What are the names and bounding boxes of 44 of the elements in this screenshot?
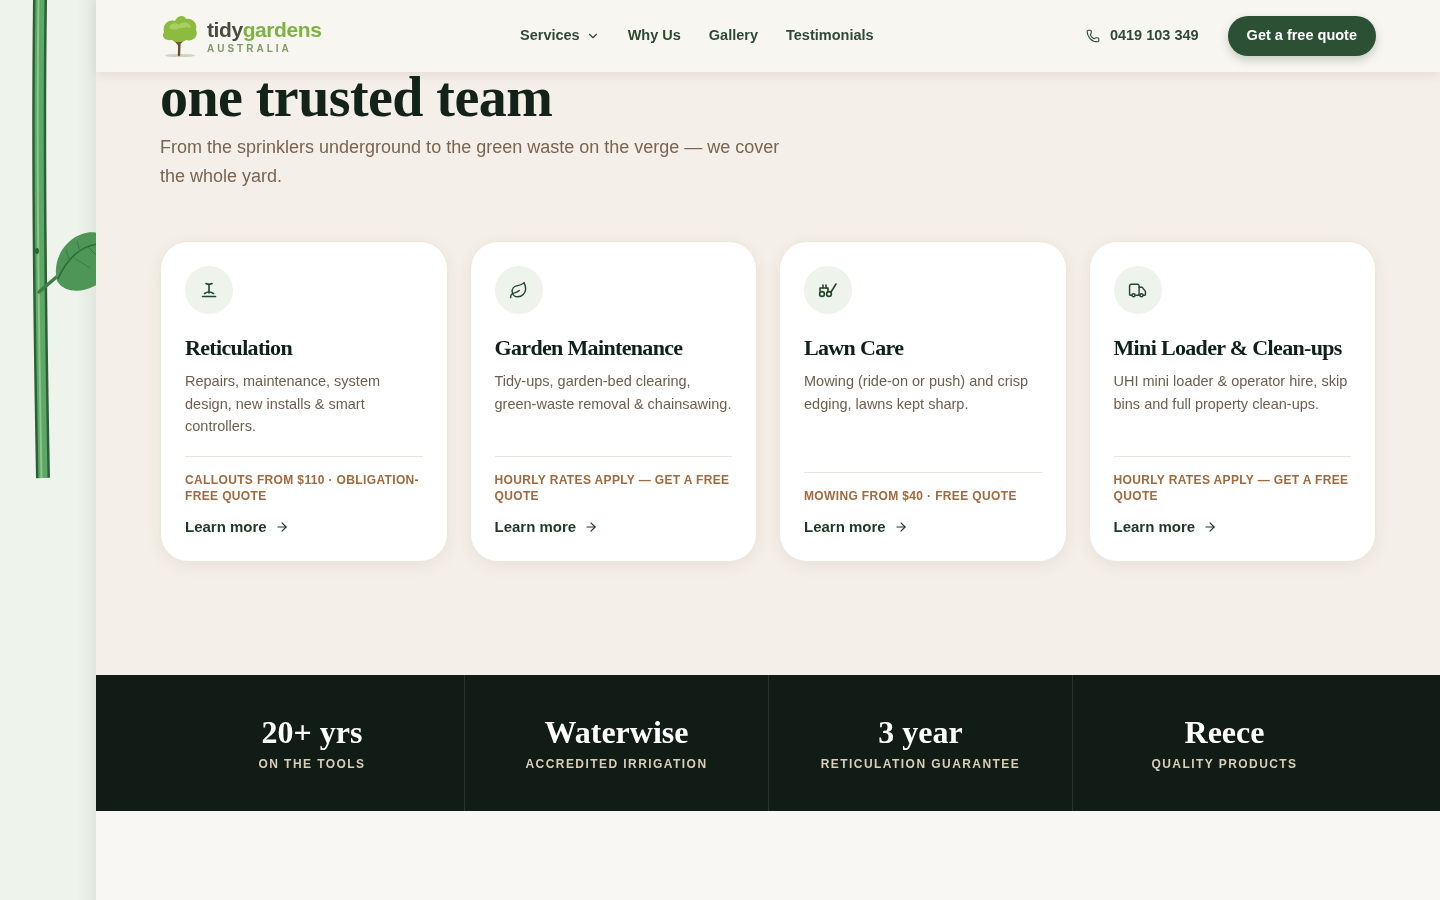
quote-button[interactable]: Get a free quote bbox=[1227, 16, 1376, 56]
phone-icon bbox=[1085, 29, 1100, 43]
card-title: Lawn Care bbox=[804, 335, 905, 361]
stat-label: QUALITY PRODUCTS bbox=[1151, 756, 1298, 772]
tree-icon bbox=[160, 14, 200, 58]
stat-label: ACCREDITED IRRIGATION bbox=[525, 756, 708, 772]
leaf-icon bbox=[494, 266, 543, 314]
stat-value: 3 year bbox=[878, 714, 963, 750]
learn-more-link[interactable]: Learn more bbox=[1113, 517, 1218, 537]
arrow-right-icon bbox=[584, 520, 599, 534]
card-description: Tidy-ups, garden-bed clearing, green-waste removal & chainsawing. bbox=[494, 372, 732, 414]
logo-tagline: AUSTRALIA bbox=[207, 42, 293, 55]
mower-icon bbox=[804, 266, 852, 314]
nav-link[interactable]: Services bbox=[520, 25, 600, 47]
price-note: MOWING FROM $40 · FREE QUOTE bbox=[804, 488, 1018, 504]
nav-link[interactable]: Gallery bbox=[708, 25, 758, 47]
card-description: Repairs, maintenance, system design, new installs & smart controllers. bbox=[185, 372, 382, 436]
section-heading: one trusted team bbox=[160, 72, 554, 123]
stat-value: Reece bbox=[1184, 714, 1265, 750]
truck-icon bbox=[1113, 266, 1162, 314]
nav-link[interactable]: Testimonials bbox=[786, 25, 874, 47]
stat-label: RETICULATION GUARANTEE bbox=[820, 756, 1021, 772]
price-note: HOURLY RATES APPLY — GET A FREE QUOTE bbox=[1113, 472, 1350, 504]
section-subtitle: From the sprinklers underground to the green waste on the verge — we cover the whole yard. bbox=[160, 136, 781, 188]
card-description: UHI mini loader & operator hire, skip bins and full property clean-ups. bbox=[1113, 372, 1349, 414]
stat-value: Waterwise bbox=[544, 714, 689, 750]
learn-more-link[interactable]: Learn more bbox=[804, 517, 908, 537]
nav-link[interactable]: Why Us bbox=[627, 25, 681, 47]
card-title: Garden Maintenance bbox=[494, 335, 684, 361]
price-note: HOURLY RATES APPLY — GET A FREE QUOTE bbox=[494, 472, 731, 504]
price-note: CALLOUTS FROM $110 · OBLIGATION-FREE QUOTE bbox=[185, 472, 420, 504]
learn-more-link[interactable]: Learn more bbox=[494, 517, 599, 537]
card-title: Mini Loader & Clean-ups bbox=[1113, 335, 1343, 361]
phone-link[interactable]: 0419 103 349 bbox=[1085, 25, 1199, 47]
card-title: Reticulation bbox=[185, 335, 294, 361]
arrow-right-icon bbox=[274, 520, 289, 534]
arrow-right-icon bbox=[1203, 520, 1218, 534]
logo-wordmark: tidygardens bbox=[207, 17, 322, 42]
learn-more-link[interactable]: Learn more bbox=[185, 517, 289, 537]
arrow-right-icon bbox=[893, 520, 908, 534]
stat-value: 20+ yrs bbox=[261, 714, 363, 750]
stat-label: ON THE TOOLS bbox=[258, 756, 366, 772]
sprinkler-icon bbox=[185, 266, 233, 314]
card-description: Mowing (ride-on or push) and crisp edging, lawns kept sharp. bbox=[804, 372, 1030, 414]
